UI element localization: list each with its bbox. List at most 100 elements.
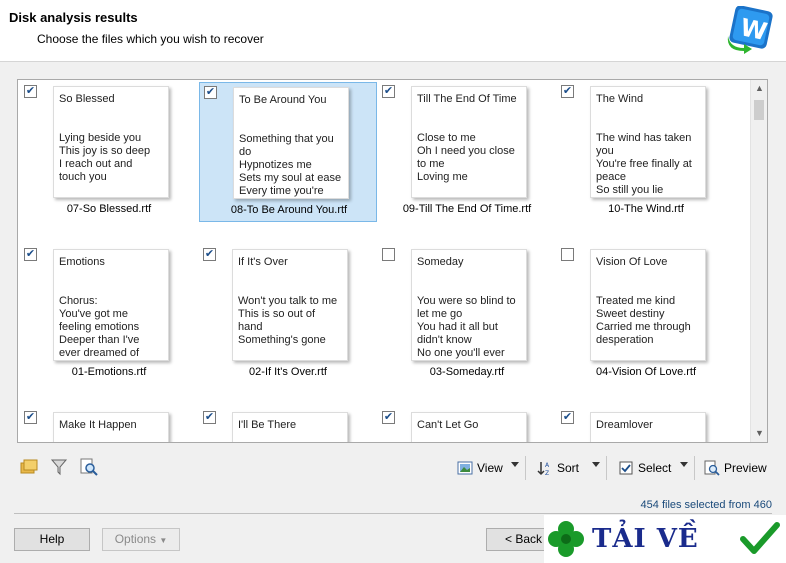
doc-title: Make It Happen: [59, 419, 137, 431]
file-name: 04-Vision Of Love.rtf: [595, 366, 697, 378]
clover-icon: [548, 521, 584, 557]
doc-title: Can't Let Go: [417, 419, 479, 431]
file-tile[interactable]: ✔ Can't Let Go: [378, 408, 556, 442]
scrollbar-thumb[interactable]: [754, 100, 764, 120]
selection-status: 454 files selected from 460: [640, 499, 772, 511]
toolbar-separator: [694, 456, 695, 480]
doc-title: If It's Over: [238, 256, 288, 268]
doc-preview-text: Lying beside you This joy is so deep I r…: [59, 132, 151, 183]
file-checkbox[interactable]: [561, 248, 574, 261]
scroll-down-icon[interactable]: ▼: [751, 425, 767, 442]
doc-title: Emotions: [59, 256, 105, 268]
file-checkbox[interactable]: [382, 248, 395, 261]
file-thumbnail[interactable]: The Wind The wind has taken you You're fr…: [590, 86, 706, 198]
file-thumbnail[interactable]: Someday You were so blind to let me go Yo…: [411, 249, 527, 361]
doc-title: Someday: [417, 256, 464, 268]
file-checkbox[interactable]: ✔: [24, 85, 37, 98]
wizard-header: Disk analysis results Choose the files w…: [0, 0, 786, 62]
doc-title: I'll Be There: [238, 419, 297, 431]
sort-button[interactable]: A Z Sort: [537, 456, 579, 480]
file-tile[interactable]: ✔ If It's Over Won't you talk to me This i…: [199, 245, 377, 385]
file-checkbox[interactable]: ✔: [382, 411, 395, 424]
file-thumbnail[interactable]: To Be Around You Something that you do Hy…: [233, 87, 349, 199]
file-tile[interactable]: ✔ Emotions Chorus: You've got me feeling e…: [20, 245, 198, 385]
vertical-scrollbar[interactable]: ▲ ▼: [750, 80, 767, 442]
file-name: 01-Emotions.rtf: [71, 366, 147, 378]
file-name: 03-Someday.rtf: [429, 366, 505, 378]
preview-button[interactable]: Preview: [704, 456, 767, 480]
watermark-text: TẢI VỀ: [592, 524, 699, 554]
file-tile[interactable]: Vision Of Love Treated me kind Sweet dest…: [557, 245, 735, 385]
page-title: Disk analysis results: [9, 10, 138, 25]
file-checkbox[interactable]: ✔: [561, 411, 574, 424]
svg-text:A: A: [545, 462, 550, 469]
find-icon[interactable]: [79, 458, 99, 476]
file-tile[interactable]: ✔ To Be Around You Something that you do H…: [199, 82, 377, 222]
doc-title: Dreamlover: [596, 419, 653, 431]
folders-icon[interactable]: [19, 458, 39, 476]
file-checkbox[interactable]: ✔: [24, 411, 37, 424]
file-tile[interactable]: Someday You were so blind to let me go Yo…: [378, 245, 556, 385]
sort-dropdown-icon[interactable]: [592, 462, 600, 467]
filter-icon[interactable]: [49, 458, 69, 476]
preview-label: Preview: [724, 461, 767, 475]
file-tile[interactable]: ✔ Till The End Of Time Close to me Oh I ne…: [378, 82, 556, 222]
checkmark-icon: [740, 522, 780, 554]
file-checkbox[interactable]: ✔: [203, 248, 216, 261]
app-logo-icon: W: [727, 6, 773, 54]
file-name: 09-Till The End Of Time.rtf: [402, 203, 532, 215]
scroll-up-icon[interactable]: ▲: [751, 80, 767, 97]
options-button[interactable]: Options ▼: [102, 528, 180, 551]
file-thumbnail[interactable]: Till The End Of Time Close to me Oh I nee…: [411, 86, 527, 198]
doc-title: Vision Of Love: [596, 256, 668, 268]
view-label: View: [477, 461, 503, 475]
sort-label: Sort: [557, 461, 580, 475]
file-tile[interactable]: ✔ Make It Happen: [20, 408, 198, 442]
select-dropdown-icon[interactable]: [680, 462, 688, 467]
file-grid[interactable]: ▲ ▼ ✔ So Blessed Lying beside you This joy…: [17, 79, 768, 443]
doc-preview-text: Something that you do Hypnotizes me Sets…: [239, 133, 342, 197]
file-thumbnail[interactable]: Can't Let Go: [411, 412, 527, 442]
file-thumbnail[interactable]: So Blessed Lying beside you This joy is s…: [53, 86, 169, 198]
view-icon: [457, 461, 473, 475]
file-thumbnail[interactable]: Dreamlover: [590, 412, 706, 442]
select-button[interactable]: Select: [618, 456, 671, 480]
file-tile[interactable]: ✔ I'll Be There: [199, 408, 377, 442]
file-checkbox[interactable]: ✔: [204, 86, 217, 99]
doc-preview-text: Won't you talk to me This is so out of h…: [238, 295, 338, 346]
doc-preview-text: Treated me kind Sweet destiny Carried me…: [596, 295, 691, 346]
toolbar-separator: [606, 456, 607, 480]
file-name: 02-If It's Over.rtf: [249, 366, 327, 378]
footer-divider: [14, 513, 772, 514]
file-tile[interactable]: ✔ Dreamlover: [557, 408, 735, 442]
doc-preview-text: You were so blind to let me go You had i…: [417, 295, 516, 359]
doc-title: Till The End Of Time: [417, 93, 517, 105]
doc-title: So Blessed: [59, 93, 115, 105]
file-thumbnail[interactable]: If It's Over Won't you talk to me This is…: [232, 249, 348, 361]
doc-preview-text: Close to me Oh I need you close to me Lo…: [417, 132, 515, 183]
file-checkbox[interactable]: ✔: [24, 248, 37, 261]
page-subtitle: Choose the files which you wish to recov…: [37, 32, 264, 46]
select-label: Select: [638, 461, 672, 475]
sort-icon: A Z: [537, 462, 550, 476]
file-checkbox[interactable]: ✔: [203, 411, 216, 424]
file-thumbnail[interactable]: Vision Of Love Treated me kind Sweet dest…: [590, 249, 706, 361]
file-tile[interactable]: ✔ The Wind The wind has taken you You're f…: [557, 82, 735, 222]
file-tile[interactable]: ✔ So Blessed Lying beside you This joy is …: [20, 82, 198, 222]
view-button[interactable]: View: [457, 456, 503, 480]
file-checkbox[interactable]: ✔: [561, 85, 574, 98]
options-label: Options: [114, 532, 157, 546]
view-dropdown-icon[interactable]: [511, 462, 519, 467]
file-name: 10-The Wind.rtf: [608, 203, 684, 215]
file-thumbnail[interactable]: Emotions Chorus: You've got me feeling em…: [53, 249, 169, 361]
file-checkbox[interactable]: ✔: [382, 85, 395, 98]
svg-text:Z: Z: [545, 470, 549, 476]
doc-preview-text: The wind has taken you You're free final…: [596, 132, 692, 196]
file-thumbnail[interactable]: I'll Be There: [232, 412, 348, 442]
file-thumbnail[interactable]: Make It Happen: [53, 412, 169, 442]
file-name: 08-To Be Around You.rtf: [230, 204, 348, 216]
help-button[interactable]: Help: [14, 528, 90, 551]
doc-preview-text: Chorus: You've got me feeling emotions D…: [59, 295, 140, 359]
watermark: TẢI VỀ: [544, 515, 786, 563]
preview-icon: [704, 460, 720, 476]
